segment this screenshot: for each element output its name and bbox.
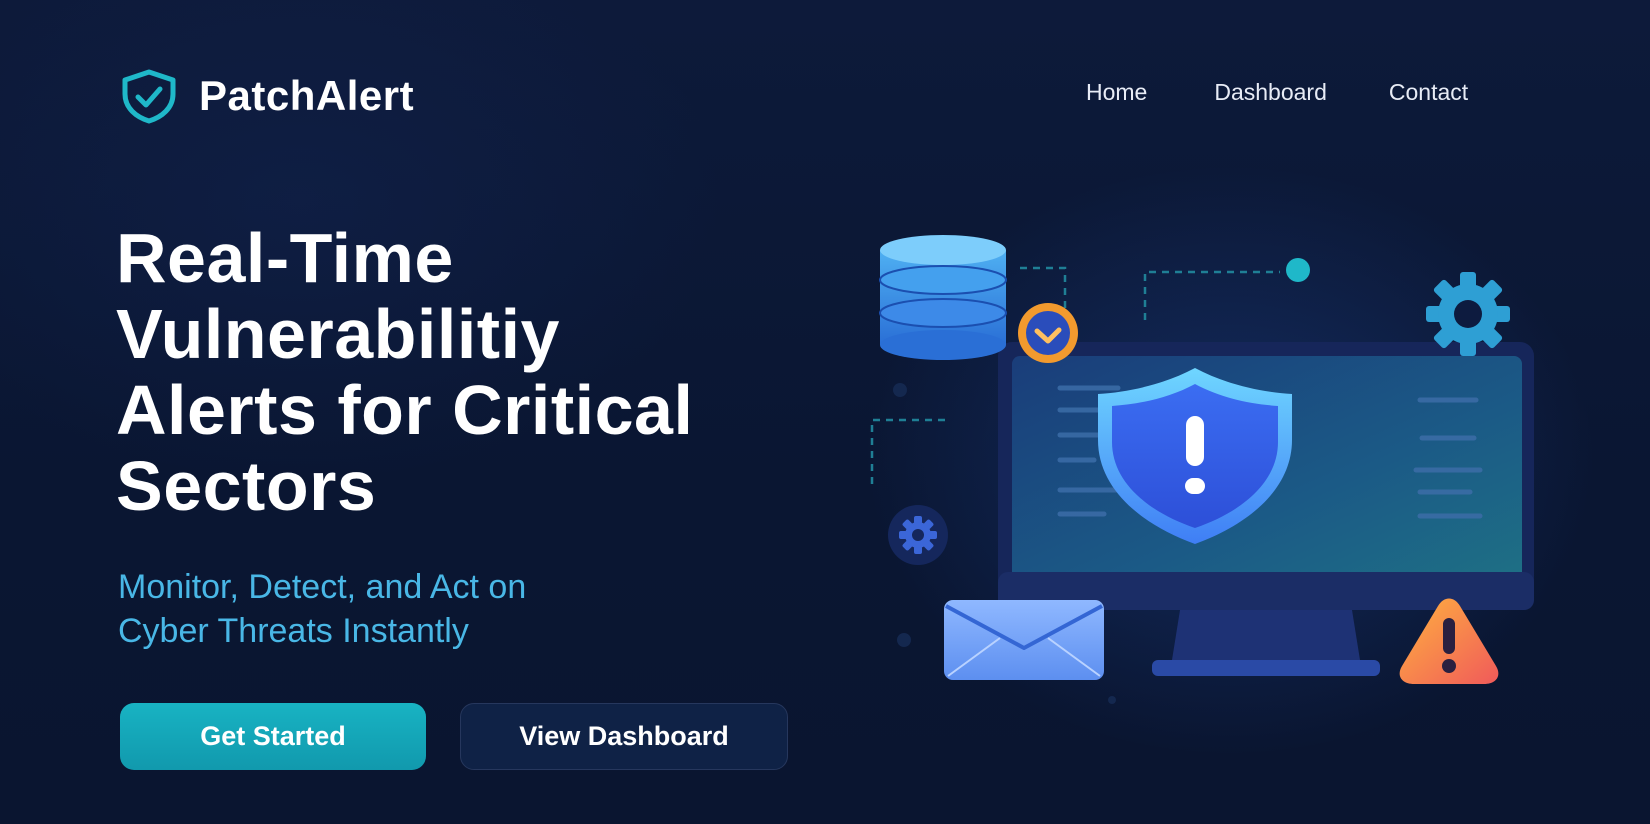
hero-subtitle-line: Monitor, Detect, and Act on (118, 568, 527, 606)
hero-title-line: Sectors (116, 447, 377, 525)
brand-name: PatchAlert (199, 72, 415, 119)
hero-title-line: Real-Time (116, 219, 454, 297)
landing-page: PatchAlert Home Dashboard Contact Real-T… (0, 0, 1650, 824)
check-badge-icon (1018, 303, 1078, 363)
nav-contact-link[interactable]: Contact (1389, 76, 1468, 108)
brand[interactable]: PatchAlert (117, 68, 414, 124)
security-illustration (870, 235, 1534, 704)
gear-icon (888, 505, 948, 565)
status-dot (1286, 258, 1310, 282)
view-dashboard-button[interactable]: View Dashboard (460, 703, 788, 770)
hero-subtitle: Monitor, Detect, and Act on Cyber Threat… (118, 565, 738, 653)
gear-icon (1426, 272, 1510, 356)
get-started-button[interactable]: Get Started (120, 703, 426, 770)
top-nav: Home Dashboard Contact (1086, 76, 1468, 108)
nav-home-link[interactable]: Home (1086, 76, 1147, 108)
shield-check-icon (122, 69, 176, 124)
hero-subtitle-line: Cyber Threats Instantly (118, 612, 469, 650)
mail-icon (944, 600, 1104, 680)
hero-title-line: Vulnerabilitiy (116, 295, 560, 373)
warning-icon (1399, 598, 1499, 684)
hero-title-line: Alerts for Critical (116, 371, 694, 449)
database-icon (879, 235, 1007, 360)
nav-dashboard-link[interactable]: Dashboard (1214, 76, 1327, 108)
hero-title: Real-Time Vulnerabilitiy Alerts for Crit… (116, 220, 876, 524)
